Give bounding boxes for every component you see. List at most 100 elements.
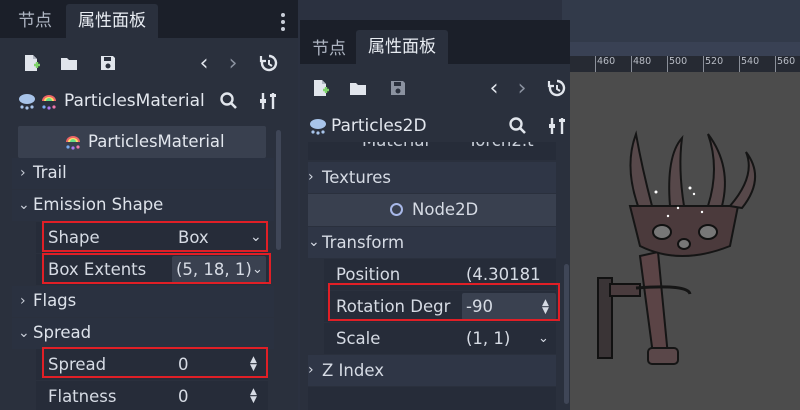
history-icon[interactable]	[546, 77, 568, 99]
box-extents-label: Box Extents	[48, 260, 147, 279]
ruler-tick: 540	[741, 56, 760, 67]
property-row-partial	[308, 387, 556, 410]
canvas-viewport[interactable]	[570, 56, 800, 410]
rotation-field[interactable]: -90 ▲ ▼	[462, 293, 556, 320]
node2d-icon	[390, 203, 403, 216]
particles-material-icon	[19, 94, 56, 110]
property-row-shape: Shape Box ⌄	[36, 222, 268, 253]
right-tabbar: 节点 属性面板	[300, 20, 570, 64]
flags-label: Flags	[33, 291, 77, 310]
material-header[interactable]: ParticlesMaterial	[18, 126, 266, 158]
section-emission-shape[interactable]: ⌄ Emission Shape	[12, 190, 274, 221]
resource-title: ParticlesMaterial	[64, 91, 205, 111]
forward-icon[interactable]: ›	[511, 76, 533, 101]
property-list: Material Torch2.t › Textures Node2D ⌄ Tr…	[300, 142, 570, 410]
tab-inspector[interactable]: 属性面板	[356, 30, 448, 64]
box-extents-field[interactable]: (5, 18, 1) ⌄	[172, 256, 266, 283]
chevron-right-icon: ›	[308, 362, 314, 378]
new-resource-icon[interactable]	[309, 77, 331, 99]
open-folder-icon[interactable]	[347, 77, 369, 99]
back-icon[interactable]: ‹	[483, 76, 505, 101]
section-trail[interactable]: › Trail	[12, 158, 274, 189]
flatness-value[interactable]: 0	[178, 381, 189, 410]
position-value[interactable]: (4.30181	[466, 259, 541, 290]
tab-inspector[interactable]: 属性面板	[66, 4, 158, 38]
back-icon[interactable]: ‹	[193, 51, 215, 76]
ruler-tick: 560	[777, 56, 796, 67]
flatness-label: Flatness	[48, 387, 117, 406]
section-spread[interactable]: ⌄ Spread	[12, 318, 274, 349]
chevron-down-icon: ⌄	[18, 325, 30, 341]
left-tabbar: 节点 属性面板	[0, 0, 298, 38]
spread-section-label: Spread	[33, 323, 92, 342]
node2d-label: Node2D	[412, 200, 479, 219]
dock-menu-icon[interactable]	[281, 13, 285, 34]
chevron-down-icon[interactable]: ⌄	[250, 222, 262, 253]
particles-material-small-icon	[66, 136, 80, 150]
chevron-right-icon: ›	[20, 293, 26, 309]
property-row-flatness: Flatness 0 ▲ ▼	[36, 381, 268, 410]
history-icon[interactable]	[258, 52, 280, 74]
particles2d-icon	[310, 119, 326, 135]
ruler-tick: 460	[597, 56, 616, 67]
material-header-label: ParticlesMaterial	[88, 132, 225, 151]
z-index-label: Z Index	[322, 361, 384, 380]
save-icon[interactable]	[97, 52, 119, 74]
position-label: Position	[336, 265, 401, 284]
resource-title-row: ParticlesMaterial	[18, 86, 205, 116]
material-label: Material	[362, 142, 429, 152]
search-icon[interactable]	[507, 115, 529, 137]
forward-icon[interactable]: ›	[222, 51, 244, 76]
material-value[interactable]: Torch2.t	[468, 142, 534, 152]
left-scrollbar[interactable]	[276, 130, 281, 250]
ruler-tick: 520	[705, 56, 724, 67]
rotation-label: Rotation Degr	[336, 297, 451, 316]
chevron-down-icon[interactable]: ⌄	[538, 323, 549, 354]
shape-label: Shape	[48, 228, 100, 247]
tab-node[interactable]: 节点	[300, 32, 358, 66]
save-icon[interactable]	[387, 77, 409, 99]
stepper-icon[interactable]: ▲ ▼	[542, 299, 549, 316]
new-resource-icon[interactable]	[20, 52, 42, 74]
horizontal-ruler: 460 480 500 520 540 560	[570, 56, 800, 72]
section-textures[interactable]: › Textures	[308, 162, 556, 193]
chevron-down-icon[interactable]: ⌄	[252, 256, 263, 283]
chevron-right-icon: ›	[20, 165, 26, 181]
spread-label: Spread	[48, 355, 107, 374]
box-extents-value: (5, 18, 1)	[176, 260, 252, 279]
trail-label: Trail	[33, 163, 67, 182]
open-folder-icon[interactable]	[58, 52, 80, 74]
chevron-down-icon: ⌄	[18, 197, 30, 213]
chevron-down-icon: ⌄	[308, 234, 320, 250]
rotation-value: -90	[466, 297, 493, 316]
property-row-scale: Scale (1, 1) ⌄	[324, 323, 556, 354]
node2d-header[interactable]: Node2D	[308, 194, 556, 226]
right-scrollbar[interactable]	[564, 264, 569, 404]
section-z-index[interactable]: › Z Index	[308, 355, 556, 386]
ruler-tick: 480	[633, 56, 652, 67]
emission-shape-label: Emission Shape	[33, 195, 164, 214]
textures-label: Textures	[322, 168, 391, 187]
shape-value[interactable]: Box	[178, 222, 209, 253]
chevron-right-icon: ›	[308, 169, 314, 185]
section-flags[interactable]: › Flags	[12, 286, 274, 317]
transform-label: Transform	[322, 233, 405, 252]
search-icon[interactable]	[218, 90, 240, 112]
spread-value[interactable]: 0	[178, 349, 189, 380]
scale-label: Scale	[336, 329, 381, 348]
stepper-icon[interactable]: ▲ ▼	[250, 356, 257, 373]
node-title: Particles2D	[331, 116, 427, 136]
property-row-position: Position (4.30181	[324, 259, 556, 290]
tab-node[interactable]: 节点	[6, 4, 64, 38]
scale-value[interactable]: (1, 1)	[466, 323, 510, 354]
tools-icon[interactable]	[258, 90, 280, 112]
ruler-tick: 500	[669, 56, 688, 67]
torch-sprite	[597, 130, 757, 365]
left-inspector-dock: 节点 属性面板 ‹ › ParticlesMaterial ParticlesM…	[0, 0, 298, 410]
property-row-box-extents: Box Extents (5, 18, 1) ⌄	[36, 254, 268, 285]
tools-icon[interactable]	[547, 115, 569, 137]
editor-strip-row	[562, 42, 800, 56]
stepper-icon[interactable]: ▲ ▼	[250, 388, 257, 405]
section-transform[interactable]: ⌄ Transform	[308, 227, 556, 258]
property-row-material: Material Torch2.t	[308, 142, 556, 160]
